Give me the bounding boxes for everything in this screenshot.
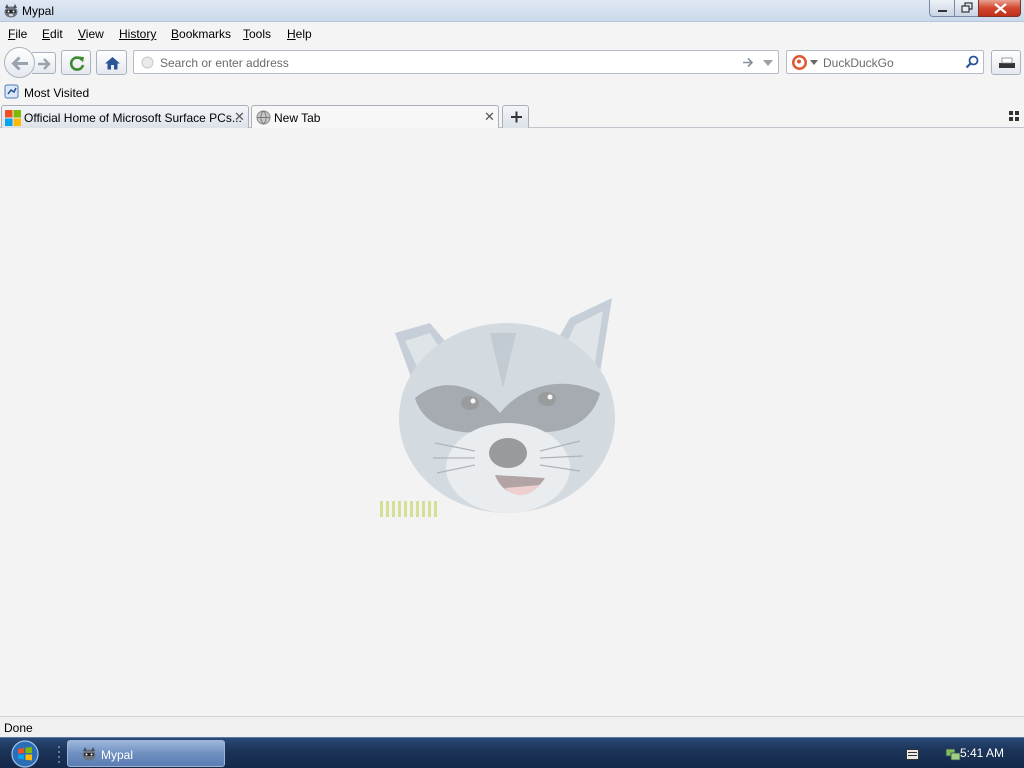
reload-icon: [69, 56, 85, 71]
close-icon: [994, 3, 1007, 14]
menu-edit-label: dit: [50, 27, 63, 41]
menu-bar: File Edit View History Bookmarks Tools H…: [0, 22, 1024, 44]
decorative-bars-image: [380, 501, 437, 517]
tab-bar: Official Home of Microsoft Surface PCs..…: [0, 103, 1024, 129]
microsoft-logo-icon: [5, 110, 21, 126]
menu-view-accel: V: [78, 27, 86, 41]
menu-file[interactable]: File: [8, 27, 27, 41]
menu-bookmarks[interactable]: Bookmarks: [171, 27, 231, 41]
go-arrow-icon[interactable]: [741, 56, 755, 69]
tab-label: Official Home of Microsoft Surface PCs..…: [24, 111, 242, 125]
menu-view[interactable]: View: [78, 27, 104, 41]
raccoon-logo-image: [395, 298, 615, 513]
home-icon: [105, 57, 120, 70]
toolbar-extension-button[interactable]: [991, 50, 1021, 75]
system-clock[interactable]: 5:41 AM: [960, 746, 1004, 760]
restore-button[interactable]: [954, 0, 979, 17]
navigation-toolbar: Search or enter address DuckDuckGo: [0, 44, 1024, 82]
menu-history-label: History: [119, 27, 157, 41]
menu-edit-accel: E: [42, 27, 51, 41]
taskbar-item-label: Mypal: [101, 748, 134, 762]
dropdown-arrow-icon[interactable]: [762, 59, 774, 67]
menu-tools-label: ools: [249, 27, 272, 41]
address-placeholder: Search or enter address: [160, 56, 289, 70]
window-title: Mypal: [22, 4, 55, 18]
start-button[interactable]: [8, 739, 42, 768]
menu-help-accel: H: [287, 27, 296, 41]
engine-dropdown-icon[interactable]: [810, 60, 818, 66]
taskbar-grip-icon: [58, 746, 60, 763]
menu-edit[interactable]: Edit: [42, 27, 63, 41]
menu-tools[interactable]: Tools: [243, 27, 271, 41]
new-tab-button[interactable]: [502, 105, 529, 128]
back-button[interactable]: [4, 47, 35, 78]
reload-button[interactable]: [61, 50, 91, 75]
tab-surface[interactable]: Official Home of Microsoft Surface PCs..…: [1, 105, 249, 128]
tab-new-tab[interactable]: New Tab ✕: [251, 105, 499, 129]
tab-close-icon[interactable]: ✕: [234, 109, 245, 125]
plus-icon: [511, 111, 522, 123]
bookmark-label: Most Visited: [24, 86, 90, 100]
taskbar-item-mypal[interactable]: Mypal: [67, 740, 225, 767]
restore-icon: [961, 2, 973, 13]
keyboard-icon[interactable]: [906, 749, 919, 760]
search-placeholder: DuckDuckGo: [823, 56, 894, 70]
menu-history[interactable]: History: [119, 27, 156, 41]
duckduckgo-icon[interactable]: [791, 54, 808, 71]
extension-icon: [999, 57, 1015, 68]
menu-file-label: ile: [15, 27, 28, 41]
mypal-raccoon-icon: [82, 747, 96, 761]
status-text: Done: [4, 721, 33, 735]
search-icon[interactable]: [965, 55, 979, 69]
address-bar[interactable]: Search or enter address: [133, 50, 779, 74]
minimize-button[interactable]: [929, 0, 955, 17]
menu-help-label: elp: [295, 27, 312, 41]
title-bar: Mypal: [0, 0, 1024, 22]
windows-taskbar: Mypal 5:41 AM: [0, 737, 1024, 768]
tab-close-icon[interactable]: ✕: [484, 109, 495, 125]
globe-icon: [141, 56, 154, 69]
close-window-button[interactable]: [978, 0, 1021, 17]
mypal-raccoon-icon: [4, 4, 18, 18]
most-visited-icon: [4, 84, 19, 99]
bookmarks-toolbar: Most Visited: [0, 82, 1024, 103]
search-bar[interactable]: DuckDuckGo: [786, 50, 984, 74]
tab-label: New Tab: [274, 111, 321, 125]
menu-view-label: iew: [85, 27, 104, 41]
status-bar: Done: [0, 716, 1024, 737]
minimize-icon: [938, 10, 947, 12]
back-arrow-icon: [11, 56, 28, 71]
menu-bookmarks-label: ookmarks: [179, 27, 232, 41]
new-tab-page: [0, 128, 1024, 716]
tab-grid-icon[interactable]: [1009, 111, 1019, 121]
menu-bookmarks-accel: B: [171, 27, 180, 41]
menu-help[interactable]: Help: [287, 27, 312, 41]
network-icon[interactable]: [945, 745, 961, 761]
home-button[interactable]: [96, 50, 127, 75]
windows-start-icon: [11, 740, 39, 768]
globe-icon: [256, 110, 271, 125]
